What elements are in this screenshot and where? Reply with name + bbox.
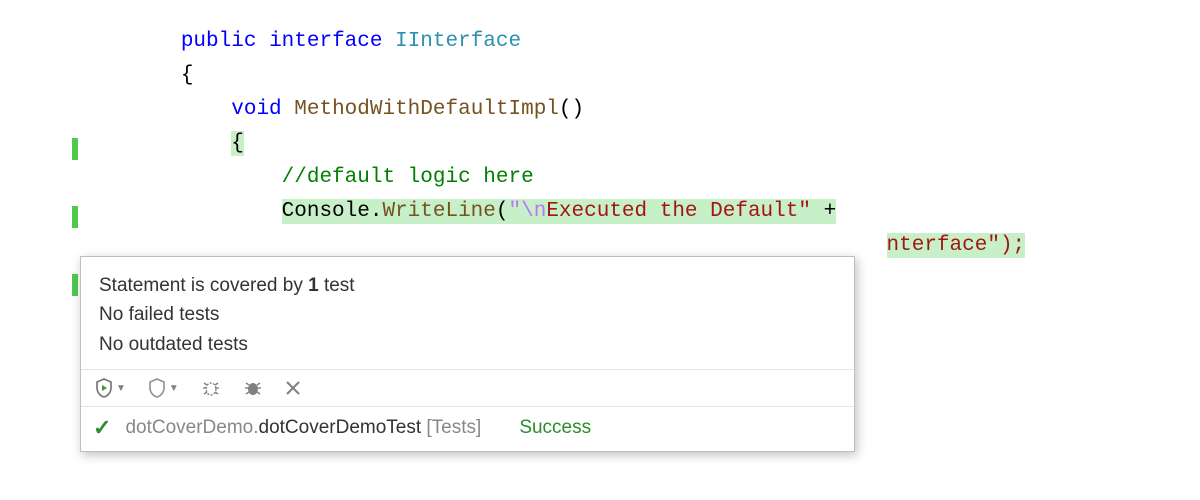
paren: ( xyxy=(496,200,509,223)
gutter xyxy=(0,30,80,64)
shield-run-icon xyxy=(95,378,113,398)
code-line: void MethodWithDefaultImpl() xyxy=(0,98,1200,132)
string-literal: Executed the Default" xyxy=(546,200,811,223)
parens: () xyxy=(559,98,584,121)
tooltip-body: Statement is covered by 1 test No failed… xyxy=(81,257,854,369)
test-category: [Tests] xyxy=(421,417,481,438)
dropdown-caret-icon: ▼ xyxy=(169,383,179,394)
close-icon xyxy=(285,380,301,396)
brace: { xyxy=(181,64,194,87)
code-line: { xyxy=(0,132,1200,166)
test-count: 1 xyxy=(308,275,319,296)
code-line: //default logic here xyxy=(0,166,1200,200)
string-literal: nterface"); xyxy=(887,234,1026,257)
brace: { xyxy=(231,131,244,156)
method-name: MethodWithDefaultImpl xyxy=(294,98,559,121)
code-line: { xyxy=(0,64,1200,98)
gutter[interactable] xyxy=(0,268,80,302)
identifier: Console xyxy=(282,200,370,223)
method-name: WriteLine xyxy=(382,200,495,223)
gutter xyxy=(0,234,80,268)
code-line: public interface IInterface xyxy=(0,30,1200,64)
bug-icon xyxy=(201,379,221,397)
check-icon: ✓ xyxy=(93,415,111,441)
comment: //default logic here xyxy=(282,166,534,189)
dropdown-caret-icon: ▼ xyxy=(116,383,126,394)
tooltip-toolbar: ▼ ▼ xyxy=(81,369,854,406)
gutter xyxy=(0,64,80,98)
operator: + xyxy=(811,200,836,223)
cover-tests-button[interactable]: ▼ xyxy=(91,376,130,400)
string-escape: "\n xyxy=(509,200,547,223)
run-tests-button[interactable]: ▼ xyxy=(144,376,183,400)
dot: . xyxy=(370,200,383,223)
type-name: IInterface xyxy=(395,30,521,53)
test-class: dotCoverDemoTest xyxy=(259,417,422,438)
close-button[interactable] xyxy=(281,378,305,398)
test-path: dotCoverDemo.dotCoverDemoTest [Tests] xyxy=(125,417,481,439)
keyword: interface xyxy=(269,30,382,53)
bug-breakpoint-icon xyxy=(243,379,263,397)
gutter xyxy=(0,166,80,200)
coverage-summary-line: Statement is covered by 1 test xyxy=(99,271,836,300)
gutter[interactable] xyxy=(0,200,80,234)
shield-icon xyxy=(148,378,166,398)
test-result: Success xyxy=(519,417,591,439)
debug-new-instance-button[interactable] xyxy=(239,377,267,399)
coverage-marker[interactable] xyxy=(72,274,78,296)
failed-tests-line: No failed tests xyxy=(99,300,836,329)
keyword: public xyxy=(181,30,257,53)
debug-button[interactable] xyxy=(197,377,225,399)
test-namespace: dotCoverDemo. xyxy=(125,417,258,438)
keyword: void xyxy=(231,98,281,121)
outdated-tests-line: No outdated tests xyxy=(99,330,836,359)
gutter[interactable] xyxy=(0,132,80,166)
tooltip-status-row[interactable]: ✓ dotCoverDemo.dotCoverDemoTest [Tests] … xyxy=(81,406,854,451)
gutter xyxy=(0,98,80,132)
code-line: Console.WriteLine("\nExecuted the Defaul… xyxy=(0,200,1200,234)
coverage-marker[interactable] xyxy=(72,206,78,228)
coverage-marker[interactable] xyxy=(72,138,78,160)
coverage-tooltip: Statement is covered by 1 test No failed… xyxy=(80,256,855,452)
